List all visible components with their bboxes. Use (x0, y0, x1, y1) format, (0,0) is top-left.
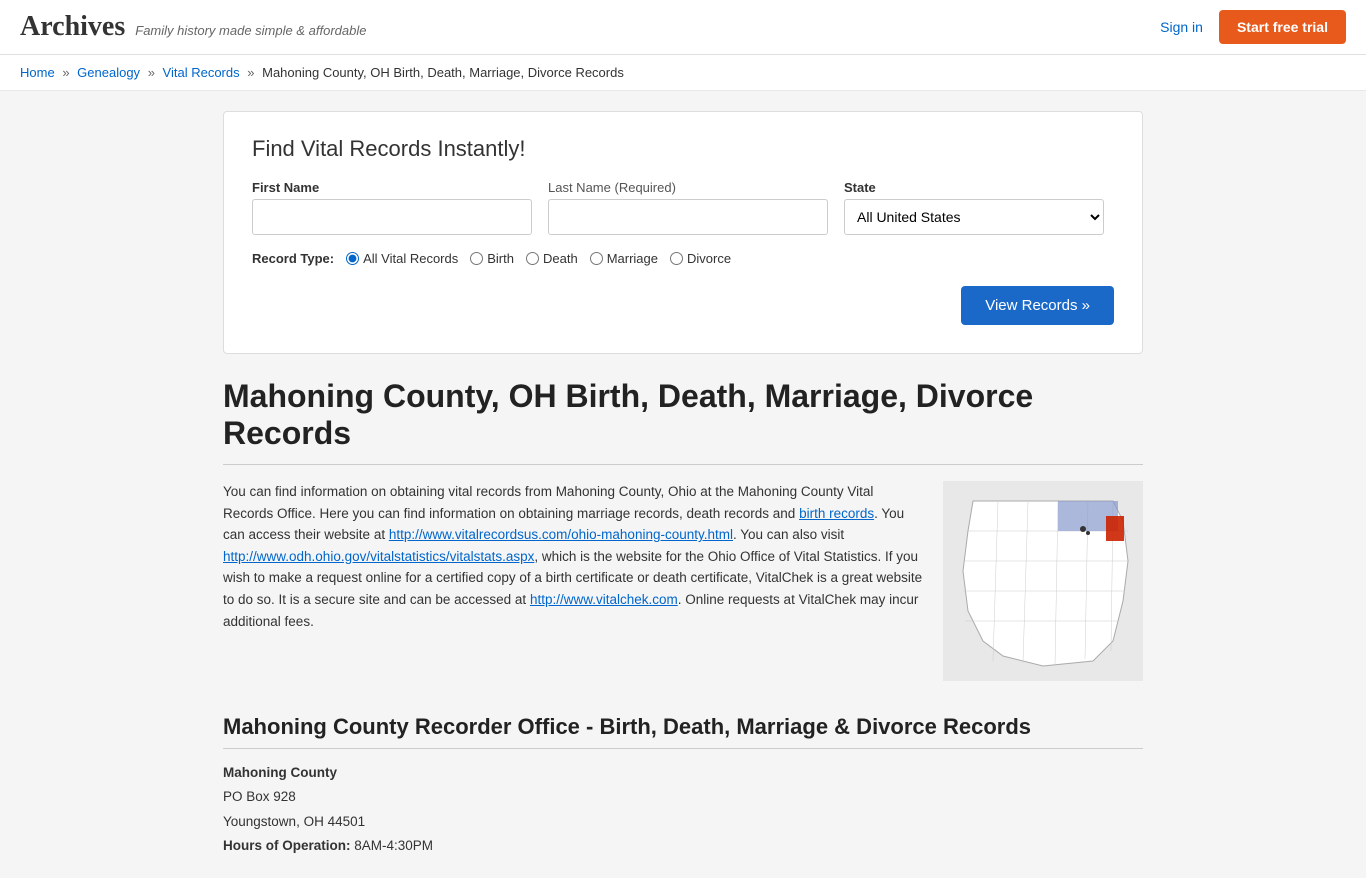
ohio-map-svg (943, 481, 1143, 681)
logo-area: Archives Family history made simple & af… (20, 11, 366, 43)
breadcrumb: Home » Genealogy » Vital Records » Mahon… (0, 55, 1366, 91)
county-name: Mahoning County (223, 761, 1143, 785)
breadcrumb-genealogy[interactable]: Genealogy (77, 65, 140, 80)
hours-label: Hours of Operation: (223, 838, 351, 853)
start-trial-button[interactable]: Start free trial (1219, 10, 1346, 44)
ohio-map-area (943, 481, 1143, 684)
state-label: State (844, 180, 1104, 195)
record-type-label: Record Type: (252, 251, 334, 266)
record-type-marriage[interactable]: Marriage (590, 251, 658, 266)
odh-link[interactable]: http://www.odh.ohio.gov/vitalstatistics/… (223, 549, 534, 564)
state-select[interactable]: All United States (844, 199, 1104, 235)
last-name-input[interactable] (548, 199, 828, 235)
logo-text: Archives (20, 11, 125, 43)
content-area: You can find information on obtaining vi… (223, 481, 1143, 684)
hours-line: Hours of Operation: 8AM-4:30PM (223, 834, 1143, 858)
page-title: Mahoning County, OH Birth, Death, Marria… (223, 378, 1143, 465)
first-name-label: First Name (252, 180, 532, 195)
breadcrumb-sep-2: » (148, 65, 155, 80)
record-type-row: Record Type: All Vital Records Birth Dea… (252, 251, 1114, 266)
first-name-input[interactable] (252, 199, 532, 235)
recorder-section-title: Mahoning County Recorder Office - Birth,… (223, 714, 1143, 749)
intro-text: You can find information on obtaining vi… (223, 481, 923, 684)
record-type-all[interactable]: All Vital Records (346, 251, 458, 266)
record-type-death[interactable]: Death (526, 251, 578, 266)
address-block: Mahoning County PO Box 928 Youngstown, O… (223, 761, 1143, 858)
hours-value: 8AM-4:30PM (354, 838, 433, 853)
birth-link[interactable]: birth records (799, 506, 874, 521)
header-actions: Sign in Start free trial (1160, 10, 1346, 44)
search-box: Find Vital Records Instantly! First Name… (223, 111, 1143, 354)
form-row-inputs: First Name Last Name (Required) State Al… (252, 180, 1114, 235)
address-line2: Youngstown, OH 44501 (223, 810, 1143, 834)
record-type-divorce[interactable]: Divorce (670, 251, 731, 266)
address-line1: PO Box 928 (223, 785, 1143, 809)
intro-paragraph: You can find information on obtaining vi… (223, 481, 923, 632)
logo-tagline: Family history made simple & affordable (135, 23, 366, 38)
view-records-button[interactable]: View Records » (961, 286, 1114, 325)
sign-in-link[interactable]: Sign in (1160, 19, 1203, 35)
search-form-title: Find Vital Records Instantly! (252, 136, 1114, 162)
record-type-birth[interactable]: Birth (470, 251, 514, 266)
breadcrumb-sep-3: » (247, 65, 254, 80)
vitalchek-link[interactable]: http://www.vitalchek.com (530, 592, 678, 607)
vitalrecordsus-link[interactable]: http://www.vitalrecordsus.com/ohio-mahon… (389, 527, 733, 542)
breadcrumb-home[interactable]: Home (20, 65, 55, 80)
breadcrumb-sep-1: » (62, 65, 69, 80)
breadcrumb-current: Mahoning County, OH Birth, Death, Marria… (262, 65, 624, 80)
state-group: State All United States (844, 180, 1104, 235)
last-name-group: Last Name (Required) (548, 180, 828, 235)
last-name-label: Last Name (Required) (548, 180, 828, 195)
btn-row: View Records » (252, 286, 1114, 325)
breadcrumb-vital-records[interactable]: Vital Records (163, 65, 240, 80)
first-name-group: First Name (252, 180, 532, 235)
main-content: Find Vital Records Instantly! First Name… (203, 91, 1163, 878)
site-header: Archives Family history made simple & af… (0, 0, 1366, 55)
